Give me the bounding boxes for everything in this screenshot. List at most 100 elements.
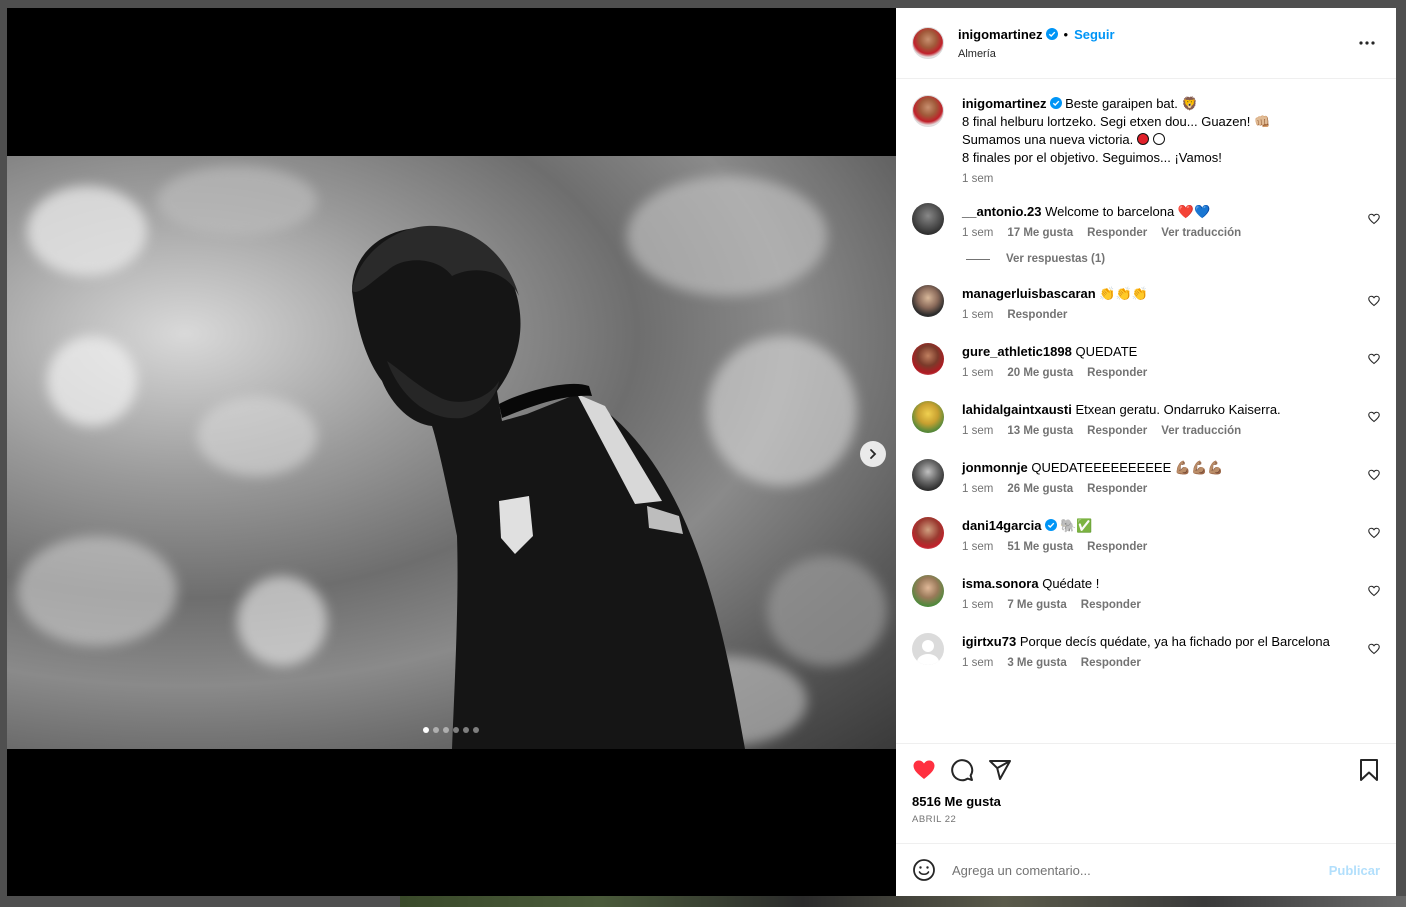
comment-text: QUEDATEEEEEEEEEE: [1031, 460, 1172, 475]
carousel-dot: [433, 727, 439, 733]
comment-emoji: 💪🏽💪🏽💪🏽: [1174, 460, 1224, 475]
reply-button[interactable]: Responder: [1087, 483, 1147, 495]
comment-time[interactable]: 1 sem: [962, 541, 993, 553]
reply-button[interactable]: Responder: [1081, 599, 1141, 611]
commenter-avatar[interactable]: [912, 343, 944, 375]
commenter-username[interactable]: __antonio.23: [962, 204, 1041, 219]
comment-likes[interactable]: 13 Me gusta: [1007, 425, 1073, 437]
caption-line-2: 8 final helburu lortzeko. Segi etxen dou…: [962, 114, 1271, 129]
comment-input[interactable]: Agrega un comentario...: [952, 863, 1329, 878]
commenter-username[interactable]: isma.sonora: [962, 576, 1039, 591]
reply-button[interactable]: Responder: [1087, 541, 1147, 553]
post-media[interactable]: [7, 8, 896, 896]
share-icon[interactable]: [988, 758, 1012, 782]
comment-time[interactable]: 1 sem: [962, 483, 993, 495]
comment-like-heart-icon[interactable]: [1368, 213, 1380, 225]
comment-likes[interactable]: 51 Me gusta: [1007, 541, 1073, 553]
comment-like-heart-icon[interactable]: [1368, 643, 1380, 655]
reply-button[interactable]: Responder: [1007, 309, 1067, 321]
comment-icon[interactable]: [950, 758, 974, 782]
comment-item: gure_athletic1898 QUEDATE 1 sem 20 Me gus…: [912, 343, 1380, 379]
comment-time[interactable]: 1 sem: [962, 599, 993, 611]
commenter-username[interactable]: igirtxu73: [962, 634, 1016, 649]
view-replies-button[interactable]: Ver respuestas (1): [966, 253, 1380, 265]
commenter-avatar[interactable]: [912, 203, 944, 235]
comment-text: Welcome to barcelona: [1045, 204, 1175, 219]
comment-emoji: 🐘✅: [1060, 518, 1093, 533]
comments-list[interactable]: inigomartinez Beste garaipen bat. 🦁 8 fi…: [896, 79, 1396, 743]
comment-likes[interactable]: 17 Me gusta: [1007, 227, 1073, 239]
replies-divider: [966, 258, 990, 260]
post-side-panel: inigomartinez • Seguir Almería inigomartin…: [896, 8, 1396, 896]
comment-likes[interactable]: 7 Me gusta: [1007, 599, 1066, 611]
more-options-icon[interactable]: [1358, 34, 1376, 52]
reply-button[interactable]: Responder: [1087, 227, 1147, 239]
carousel-dot: [453, 727, 459, 733]
comment-time[interactable]: 1 sem: [962, 657, 993, 669]
carousel-dot: [443, 727, 449, 733]
comment-time[interactable]: 1 sem: [962, 425, 993, 437]
caption-avatar[interactable]: [912, 95, 944, 127]
chevron-right-icon: [870, 449, 877, 459]
commenter-avatar[interactable]: [912, 633, 944, 665]
post-photo: [7, 156, 896, 749]
comment-like-heart-icon[interactable]: [1368, 469, 1380, 481]
commenter-username[interactable]: dani14garcia: [962, 518, 1042, 533]
comment-like-heart-icon[interactable]: [1368, 295, 1380, 307]
comment-likes[interactable]: 26 Me gusta: [1007, 483, 1073, 495]
caption-time[interactable]: 1 sem: [962, 173, 993, 185]
reply-button[interactable]: Responder: [1081, 657, 1141, 669]
post-header: inigomartinez • Seguir Almería: [896, 8, 1396, 79]
commenter-avatar[interactable]: [912, 285, 944, 317]
comment-like-heart-icon[interactable]: [1368, 527, 1380, 539]
comment-like-heart-icon[interactable]: [1368, 411, 1380, 423]
commenter-avatar[interactable]: [912, 401, 944, 433]
save-bookmark-icon[interactable]: [1358, 758, 1380, 782]
comment-item: jonmonnje QUEDATEEEEEEEEEE 💪🏽💪🏽💪🏽 1 sem 26…: [912, 459, 1380, 495]
post-location[interactable]: Almería: [958, 48, 1115, 60]
comment-like-heart-icon[interactable]: [1368, 585, 1380, 597]
verified-badge-icon: [1045, 28, 1058, 40]
author-username[interactable]: inigomartinez: [958, 27, 1043, 42]
like-heart-icon[interactable]: [912, 758, 936, 782]
comment-likes[interactable]: 3 Me gusta: [1007, 657, 1066, 669]
comment-item: __antonio.23 Welcome to barcelona ❤️💙 1 s…: [912, 203, 1380, 239]
commenter-username[interactable]: gure_athletic1898: [962, 344, 1072, 359]
comment-like-heart-icon[interactable]: [1368, 353, 1380, 365]
caption-username[interactable]: inigomartinez: [962, 96, 1047, 111]
verified-badge-icon: [1044, 519, 1057, 531]
red-circle-icon: [1136, 133, 1149, 145]
translate-button[interactable]: Ver traducción: [1161, 425, 1241, 437]
carousel-indicator: [423, 727, 479, 733]
carousel-dot: [463, 727, 469, 733]
header-separator: •: [1063, 27, 1069, 42]
emoji-picker-icon[interactable]: [912, 858, 936, 882]
commenter-avatar[interactable]: [912, 575, 944, 607]
comment-time[interactable]: 1 sem: [962, 309, 993, 321]
likes-count[interactable]: 8516 Me gusta: [912, 794, 1380, 809]
author-avatar[interactable]: [912, 27, 944, 59]
comment-item: isma.sonora Quédate ! 1 sem 7 Me gusta Res…: [912, 575, 1380, 611]
publish-button[interactable]: Publicar: [1329, 863, 1380, 878]
reply-button[interactable]: Responder: [1087, 425, 1147, 437]
commenter-username[interactable]: managerluisbascaran: [962, 286, 1096, 301]
comment-time[interactable]: 1 sem: [962, 227, 993, 239]
translate-button[interactable]: Ver traducción: [1161, 227, 1241, 239]
follow-button[interactable]: Seguir: [1074, 27, 1114, 42]
post-date[interactable]: ABRIL 22: [912, 814, 1380, 825]
comment-text: Quédate !: [1042, 576, 1100, 591]
commenter-avatar[interactable]: [912, 459, 944, 491]
backdrop-grid-strip: [400, 896, 1406, 907]
carousel-next-button[interactable]: [860, 441, 886, 467]
comment-text: Porque decís quédate, ya ha fichado por …: [1019, 634, 1330, 649]
commenter-username[interactable]: lahidalgaintxausti: [962, 402, 1072, 417]
caption-line-1: Beste garaipen bat. 🦁: [1065, 96, 1198, 111]
commenter-username[interactable]: jonmonnje: [962, 460, 1028, 475]
commenter-avatar[interactable]: [912, 517, 944, 549]
comment-emoji: 👏👏👏: [1099, 286, 1148, 301]
comment-time[interactable]: 1 sem: [962, 367, 993, 379]
reply-button[interactable]: Responder: [1087, 367, 1147, 379]
comment-likes[interactable]: 20 Me gusta: [1007, 367, 1073, 379]
caption-line-3: Sumamos una nueva victoria.: [962, 132, 1134, 147]
carousel-dot: [473, 727, 479, 733]
